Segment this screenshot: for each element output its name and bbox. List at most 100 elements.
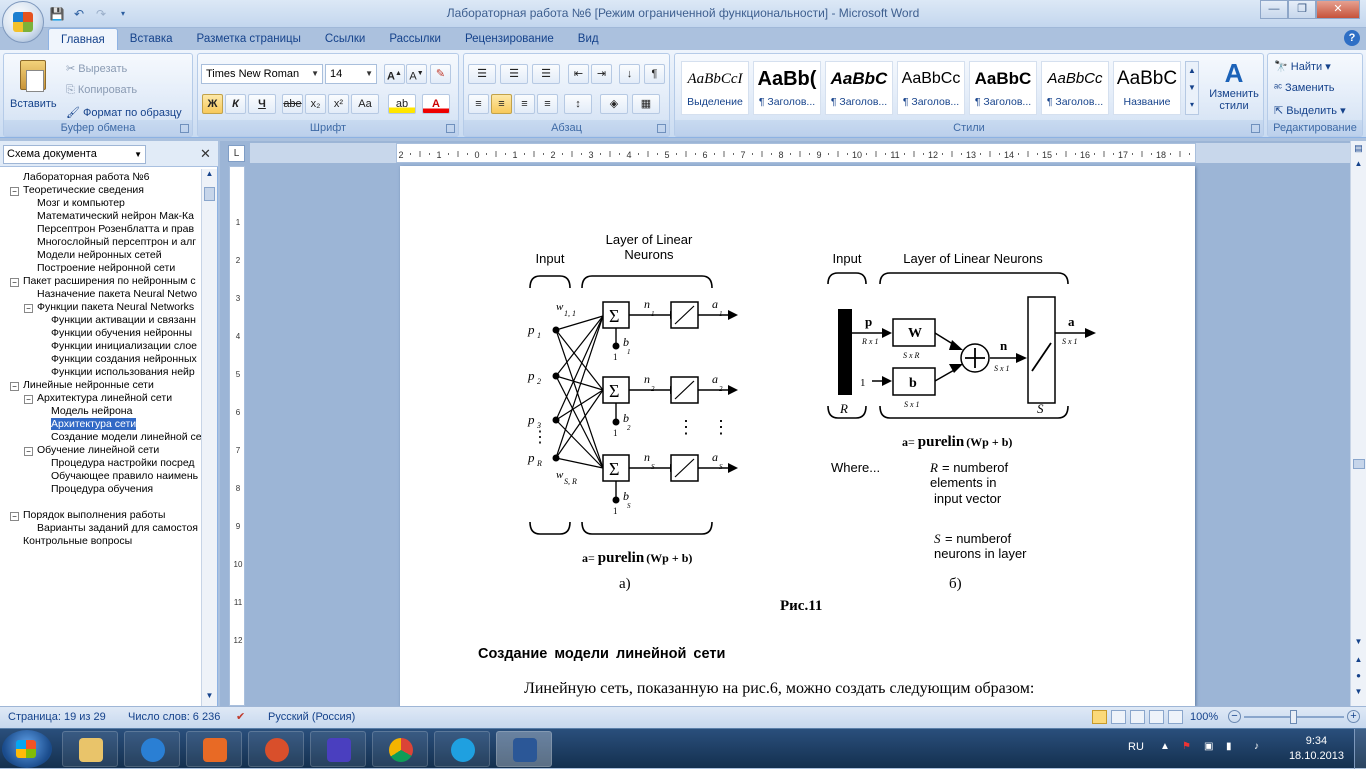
taskbar-word[interactable] <box>496 731 552 767</box>
nav-item[interactable]: Модель нейрона <box>51 405 132 418</box>
bold-button[interactable]: Ж <box>202 94 223 114</box>
tab-review[interactable]: Рецензирование <box>453 28 566 50</box>
system-clock[interactable]: 9:34 18.10.2013 <box>1289 734 1344 764</box>
change-case-button[interactable]: Aa <box>351 94 379 114</box>
nav-item[interactable]: Функции активации и связанн <box>51 314 196 327</box>
select-button[interactable]: ⇱ Выделить ▾ <box>1274 104 1346 117</box>
nav-item[interactable]: − Пакет расширения по нейронным с <box>10 275 196 288</box>
zoom-in-icon[interactable]: + <box>1347 710 1360 723</box>
taskbar-player[interactable] <box>310 731 366 767</box>
nav-item[interactable]: − Теоретические сведения <box>10 184 144 197</box>
outline-icon[interactable] <box>1149 710 1164 724</box>
nav-item[interactable]: Лабораторная работа №6 <box>23 171 150 184</box>
borders-icon[interactable]: ▦ <box>632 94 660 114</box>
close-icon[interactable]: ✕ <box>200 146 211 162</box>
collapse-icon[interactable]: − <box>24 395 33 404</box>
document-scrollbar[interactable]: ▤ ▲ ▼ ▲ ● ▼ <box>1350 141 1366 706</box>
scroll-up-icon[interactable]: ▲ <box>203 169 216 184</box>
tab-insert[interactable]: Вставка <box>118 28 185 50</box>
tab-home[interactable]: Главная <box>48 28 118 50</box>
nav-item[interactable]: Архитектура сети <box>51 418 137 431</box>
nav-item[interactable]: Персептрон Розенблатта и прав <box>37 223 194 236</box>
nav-item[interactable]: Функции инициализации слое <box>51 340 197 353</box>
shading-icon[interactable]: ◈ <box>600 94 628 114</box>
nav-item[interactable]: Математический нейрон Мак-Ка <box>37 210 194 223</box>
change-styles-button[interactable]: A Изменить стили <box>1205 58 1263 120</box>
clear-format-icon[interactable]: ✎ <box>430 64 451 84</box>
zoom-level[interactable]: 100% <box>1190 711 1218 723</box>
redo-icon[interactable]: ↷ <box>92 5 110 23</box>
scroll-thumb[interactable] <box>204 187 215 201</box>
next-page-icon[interactable]: ▼ <box>1352 687 1365 701</box>
tab-mailings[interactable]: Рассылки <box>377 28 453 50</box>
align-center-icon[interactable]: ≡ <box>491 94 512 114</box>
volume-icon[interactable]: ♪ <box>1254 741 1268 755</box>
tab-page-layout[interactable]: Разметка страницы <box>185 28 313 50</box>
help-icon[interactable]: ? <box>1344 30 1360 46</box>
collapse-icon[interactable]: − <box>10 382 19 391</box>
minimize-button[interactable]: — <box>1260 0 1288 19</box>
style-heading[interactable]: AaBbC ¶ Заголов... <box>969 61 1037 115</box>
nav-item[interactable]: Варианты заданий для самостоя <box>37 522 198 535</box>
nav-item[interactable]: Процедура настройки посред <box>51 457 195 470</box>
nav-item[interactable]: Модели нейронных сетей <box>37 249 162 262</box>
document-page[interactable]: Input Layer of Linear Neurons p1 p2 p3 p… <box>400 166 1195 706</box>
zoom-out-icon[interactable]: − <box>1228 710 1241 723</box>
taskbar-explorer[interactable] <box>62 731 118 767</box>
scroll-down-icon[interactable]: ▼ <box>1352 637 1365 651</box>
nav-item[interactable]: − Функции пакета Neural Networks <box>24 301 194 314</box>
dialog-launcher-icon[interactable] <box>1251 124 1260 133</box>
keyboard-language[interactable]: RU <box>1128 741 1144 753</box>
nav-item[interactable]: Мозг и компьютер <box>37 197 125 210</box>
scroll-thumb[interactable] <box>1353 459 1365 469</box>
tab-view[interactable]: Вид <box>566 28 611 50</box>
scroll-up-icon[interactable]: ▲ <box>1352 159 1365 173</box>
style-title[interactable]: AaBbC Название <box>1113 61 1181 115</box>
numbering-icon[interactable]: ☰ <box>500 64 528 84</box>
undo-icon[interactable]: ↶ <box>70 5 88 23</box>
nav-item[interactable]: − Порядок выполнения работы <box>10 509 165 522</box>
style-heading[interactable]: AaBbCc ¶ Заголов... <box>897 61 965 115</box>
show-desktop-button[interactable] <box>1354 729 1366 769</box>
bullets-icon[interactable]: ☰ <box>468 64 496 84</box>
taskbar-ie[interactable] <box>124 731 180 767</box>
taskbar-chrome[interactable] <box>372 731 428 767</box>
document-map-selector[interactable]: Схема документа ▼ <box>3 145 146 164</box>
font-name-combo[interactable]: Times New Roman ▼ <box>201 64 323 84</box>
nav-item[interactable]: Многослойный персептрон и алг <box>37 236 196 249</box>
superscript-button[interactable]: x² <box>328 94 349 114</box>
nav-item[interactable]: Контрольные вопросы <box>23 535 132 548</box>
dialog-launcher-icon[interactable] <box>180 124 189 133</box>
tab-references[interactable]: Ссылки <box>313 28 378 50</box>
horizontal-ruler[interactable]: 2 1 0 1 2 3 4 5 6 7 8 9 10 11 12 13 14 15 16 17 18 <box>396 143 1196 163</box>
collapse-icon[interactable]: − <box>10 278 19 287</box>
subscript-button[interactable]: x₂ <box>305 94 326 114</box>
collapse-icon[interactable]: − <box>24 447 33 456</box>
strikethrough-button[interactable]: abe <box>282 94 303 114</box>
style-heading[interactable]: AaBbCc ¶ Заголов... <box>1041 61 1109 115</box>
tab-selector-icon[interactable]: L <box>228 145 245 162</box>
italic-button[interactable]: К <box>225 94 246 114</box>
previous-page-icon[interactable]: ▲ <box>1352 655 1365 669</box>
nav-scrollbar[interactable]: ▲ ▼ <box>201 169 217 706</box>
nav-item[interactable]: Функции создания нейронных <box>51 353 197 366</box>
sort-icon[interactable]: ↓ <box>619 64 640 84</box>
language[interactable]: Русский (Россия) <box>268 711 355 723</box>
browse-object-icon[interactable]: ● <box>1352 671 1365 685</box>
decrease-indent-icon[interactable]: ⇤ <box>568 64 589 84</box>
nav-item[interactable]: Назначение пакета Neural Netwo <box>37 288 197 301</box>
style-heading[interactable]: AaBbC ¶ Заголов... <box>825 61 893 115</box>
copy-button[interactable]: ⎘ Копировать <box>66 84 137 97</box>
font-color-icon[interactable]: A <box>422 94 450 114</box>
align-right-icon[interactable]: ≡ <box>514 94 535 114</box>
nav-item[interactable]: − Линейные нейронные сети <box>10 379 154 392</box>
tray-arrow-icon[interactable]: ▲ <box>1160 741 1174 755</box>
replace-button[interactable]: ᵃᶜ Заменить <box>1274 82 1334 94</box>
word-count[interactable]: Число слов: 6 236 <box>128 711 220 723</box>
office-button[interactable] <box>2 1 44 43</box>
tray-flag-icon[interactable]: ⚑ <box>1182 741 1196 755</box>
increase-indent-icon[interactable]: ⇥ <box>591 64 612 84</box>
shrink-font-icon[interactable]: A▼ <box>406 64 427 84</box>
cut-button[interactable]: ✂ Вырезать <box>66 62 127 75</box>
tray-device-icon[interactable]: ▣ <box>1204 741 1218 755</box>
